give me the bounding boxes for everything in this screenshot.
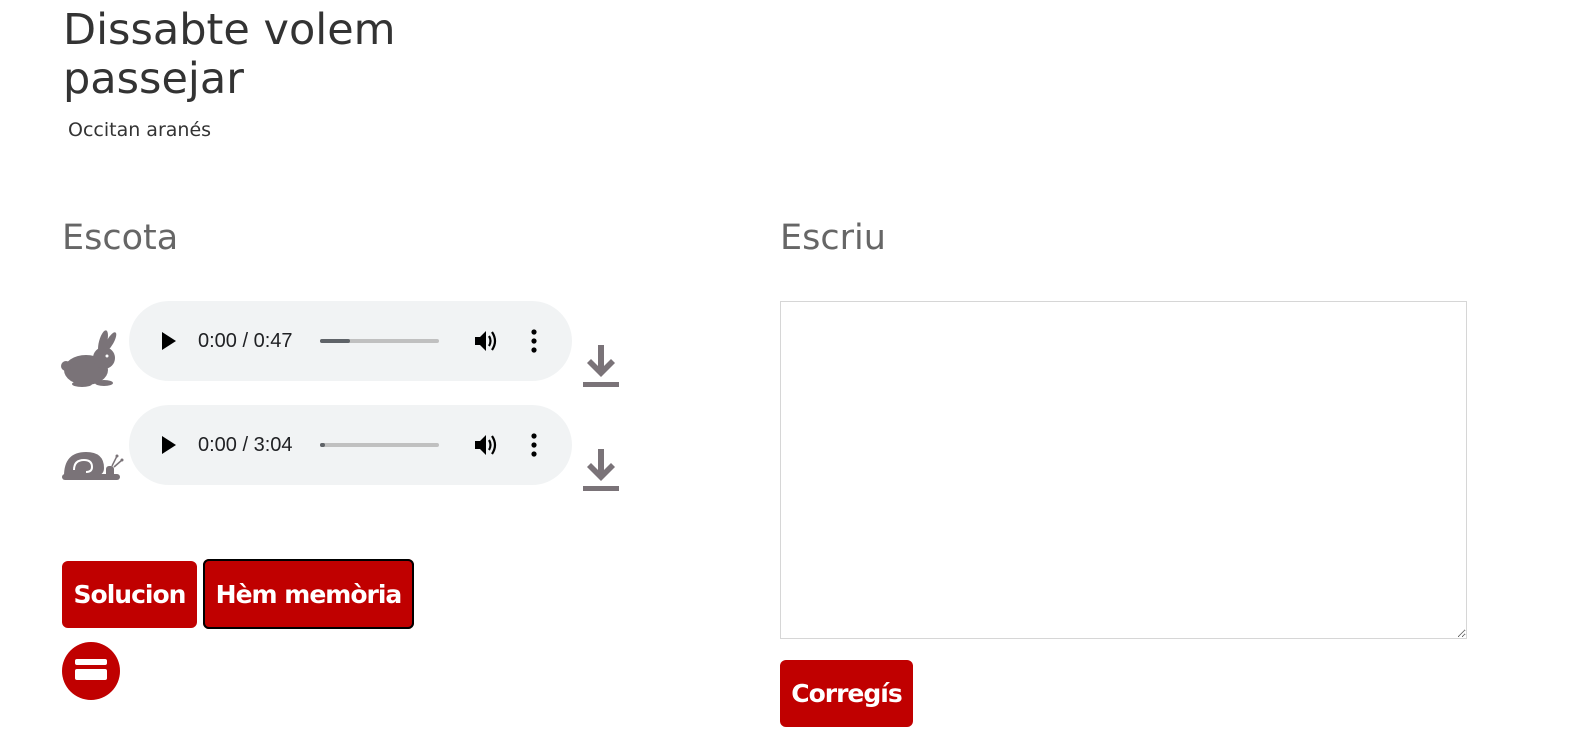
correct-button[interactable]: Corregís [780,660,913,727]
download-icon[interactable] [582,343,620,389]
rabbit-icon [60,330,124,392]
more-options-icon[interactable] [529,432,539,458]
snail-icon [60,444,124,486]
listen-heading: Escota [62,218,179,258]
audio-progress [320,443,325,447]
printer-icon[interactable] [62,642,120,700]
printer-body [75,669,107,680]
write-heading: Escriu [780,218,886,258]
audio-player-slow[interactable]: 0:00 / 3:04 [129,405,572,485]
play-icon[interactable] [159,330,179,352]
audio-player-fast[interactable]: 0:00 / 0:47 [129,301,572,381]
volume-icon[interactable] [473,328,499,354]
memory-button[interactable]: Hèm memòria [203,559,414,629]
more-options-icon[interactable] [529,328,539,354]
audio-time: 0:00 / 3:04 [198,433,293,456]
play-icon[interactable] [159,434,179,456]
answer-textarea[interactable] [780,301,1467,639]
exercise-page: Dissabte volem passejar Occitan aranés E… [0,0,1591,747]
audio-seek-bar[interactable] [320,339,439,343]
language-label: Occitan aranés [68,119,212,141]
audio-time: 0:00 / 0:47 [198,329,293,352]
page-title: Dissabte volem passejar [63,5,396,104]
download-icon[interactable] [582,447,620,493]
audio-progress [320,339,350,343]
solution-button[interactable]: Solucion [62,561,197,628]
printer-paper [75,659,107,665]
audio-seek-bar[interactable] [320,443,439,447]
volume-icon[interactable] [473,432,499,458]
